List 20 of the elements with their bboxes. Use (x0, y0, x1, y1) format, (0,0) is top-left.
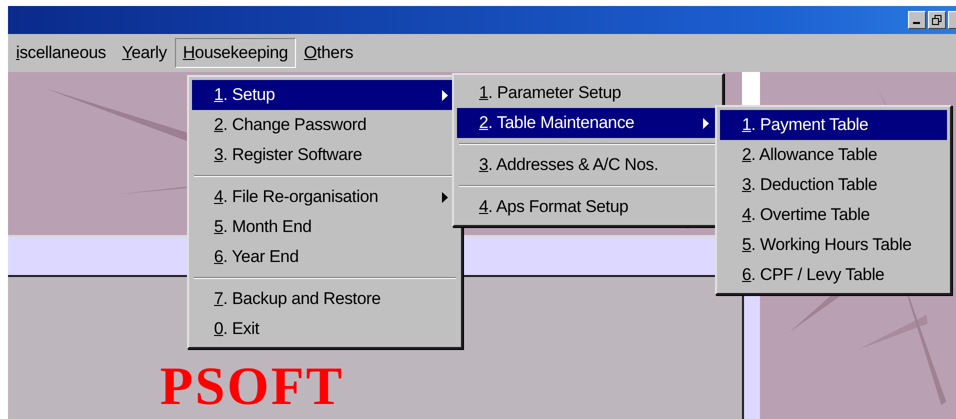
menu-item[interactable]: 4. Overtime Table (720, 200, 947, 230)
logo-text: PSOFT (160, 359, 344, 418)
menu-item[interactable]: 4. Aps Format Setup (457, 192, 719, 222)
menu-item[interactable]: 0. Exit (192, 314, 458, 344)
menu-item[interactable]: 6. CPF / Levy Table (720, 260, 947, 290)
menu-item[interactable]: 2. Allowance Table (720, 140, 947, 170)
minimize-button[interactable] (908, 11, 926, 29)
menu-item[interactable]: 1. Parameter Setup (457, 78, 719, 108)
menu-item[interactable]: 3. Deduction Table (720, 170, 947, 200)
menu-title[interactable]: Housekeeping (174, 38, 296, 68)
menu-item[interactable]: 6. Year End (192, 242, 458, 272)
menu-item[interactable]: 3. Addresses & A/C Nos. (457, 150, 719, 180)
menu-item[interactable]: 5. Working Hours Table (720, 230, 947, 260)
menu-title[interactable]: Others (296, 38, 362, 68)
restore-button[interactable] (928, 11, 946, 29)
menu-title[interactable]: iscellaneous (8, 38, 114, 68)
menu-title[interactable]: Yearly (114, 38, 175, 68)
menu-item[interactable]: 7. Backup and Restore (192, 284, 458, 314)
menu-item[interactable]: 1. Payment Table (720, 110, 947, 140)
restore-icon (932, 15, 942, 25)
